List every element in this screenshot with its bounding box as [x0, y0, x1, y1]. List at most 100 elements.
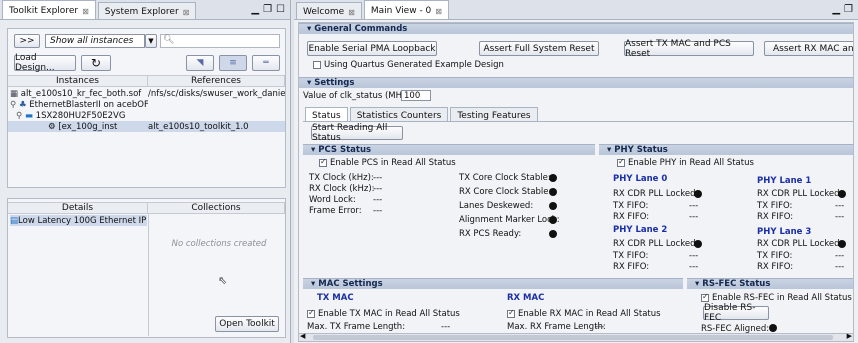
- expand-button[interactable]: >>: [14, 34, 40, 48]
- table-row[interactable]: ▦ alt_e100s10_kr_fec_both.sof /nfs/sc/di…: [8, 88, 285, 99]
- section-title: General Commands: [314, 24, 408, 34]
- mac-settings-header[interactable]: ▾ MAC Settings: [303, 278, 683, 289]
- lane-3-cdr-label: RX CDR PLL Locked:: [757, 239, 843, 249]
- general-commands-header[interactable]: ▾ General Commands: [299, 23, 853, 34]
- close-icon[interactable]: ⊠: [348, 8, 355, 17]
- status-led: [549, 216, 557, 224]
- section-title: PCS Status: [318, 145, 372, 155]
- assert-full-system-reset-button[interactable]: Assert Full System Reset: [479, 41, 599, 56]
- lane-3-rx-fifo-value: ---: [835, 262, 845, 272]
- subtab-statistics-counters[interactable]: Statistics Counters: [349, 107, 449, 121]
- tab-welcome[interactable]: Welcome ⊠: [296, 2, 362, 19]
- pcs-status-header[interactable]: ▾ PCS Status: [303, 144, 595, 155]
- checkbox[interactable]: [319, 157, 327, 167]
- lane-0-tx-fifo-value: ---: [689, 201, 699, 211]
- minimize-icon[interactable]: ▁: [251, 4, 259, 15]
- alignment-marker-lock-label: Alignment Marker Lock:: [459, 215, 560, 225]
- open-toolkit-button[interactable]: Open Toolkit: [215, 316, 279, 332]
- enable-phy-checkbox[interactable]: Enable PHY in Read All Status: [617, 157, 754, 168]
- no-collections-text: No collections created: [171, 239, 267, 249]
- column-header-instances[interactable]: Instances: [8, 76, 148, 86]
- tab-main-view[interactable]: Main View - 0 ⊠: [363, 0, 449, 19]
- table-row[interactable]: ⚙ [ex_100g_inst alt_e100s10_toolkit_1.0: [8, 121, 285, 132]
- lane-1-rx-fifo-value: ---: [835, 212, 845, 222]
- column-header-details[interactable]: Details: [8, 203, 148, 213]
- close-icon[interactable]: ⊠: [183, 8, 190, 17]
- divider: [148, 214, 149, 336]
- status-led: [694, 190, 702, 198]
- checkbox[interactable]: [307, 308, 315, 318]
- search-input[interactable]: 🔍︎: [160, 34, 280, 48]
- horizontal-scrollbar[interactable]: ◀ ▶: [298, 332, 854, 342]
- row-instance-label: 1SX280HU2F50E2VG: [35, 110, 126, 121]
- list-view-icon[interactable]: ═: [252, 55, 280, 71]
- checkbox[interactable]: [617, 157, 625, 167]
- maximize-icon[interactable]: ☐: [276, 4, 285, 15]
- chevron-down-icon[interactable]: ▼: [145, 34, 157, 48]
- enable-tx-mac-checkbox[interactable]: Enable TX MAC in Read All Status: [307, 308, 460, 319]
- status-led: [838, 190, 846, 198]
- row-reference: /nfs/sc/disks/swuser_work_daniel...: [148, 88, 285, 99]
- checkbox[interactable]: [507, 308, 515, 318]
- assert-rx-mac-pcs-reset-button[interactable]: Assert RX MAC and PCS: [764, 41, 853, 56]
- rs-fec-status-header[interactable]: ▾ RS-FEC Status: [687, 278, 853, 289]
- section-title: MAC Settings: [318, 279, 383, 289]
- assert-tx-mac-pcs-reset-button[interactable]: Assert TX MAC and PCS Reset: [624, 39, 754, 59]
- load-design-button[interactable]: Load Design...: [14, 53, 76, 73]
- subtab-testing-features[interactable]: Testing Features: [450, 107, 538, 121]
- subtab-status[interactable]: Status: [305, 107, 348, 121]
- quartus-checkbox[interactable]: Using Quartus Generated Example Design: [313, 60, 504, 70]
- tree-expand-icon[interactable]: ⚲: [16, 111, 22, 121]
- row-instance: ⚙ [ex_100g_inst: [8, 122, 148, 132]
- instances-select[interactable]: Show all instances: [45, 34, 145, 48]
- refresh-icon[interactable]: ↻: [81, 55, 111, 71]
- column-header-references[interactable]: References: [148, 76, 285, 86]
- tab-label: Main View - 0: [370, 6, 432, 16]
- lane-0-rx-fifo-value: ---: [689, 212, 699, 222]
- tree-view-icon[interactable]: ≡: [219, 55, 247, 71]
- restore-icon[interactable]: ❐: [263, 4, 272, 15]
- checkbox[interactable]: [313, 60, 321, 69]
- phy-status-header[interactable]: ▾ PHY Status: [599, 144, 853, 155]
- table-row[interactable]: ⚲ ▬ 1SX280HU2F50E2VG: [8, 110, 285, 121]
- lane-1-tx-fifo-label: TX FIFO:: [757, 201, 793, 211]
- enable-rs-fec-checkbox[interactable]: Enable RS-FEC in Read All Status: [701, 292, 852, 303]
- filter-icon[interactable]: ◥: [186, 55, 214, 71]
- enable-serial-pma-loopback-button[interactable]: Enable Serial PMA Loopback: [307, 41, 437, 56]
- tab-system-explorer[interactable]: System Explorer ⊠: [97, 2, 197, 19]
- collapse-icon: ▾: [607, 145, 612, 155]
- restore-icon[interactable]: ❐: [844, 4, 853, 15]
- enable-pcs-checkbox[interactable]: Enable PCS in Read All Status: [319, 157, 456, 168]
- tab-label: Welcome: [303, 7, 345, 17]
- row-instance-label: EthernetBlasterII on acebOF...: [29, 99, 148, 110]
- start-reading-all-status-button[interactable]: Start Reading All Status: [311, 123, 403, 143]
- tab-label: System Explorer: [104, 7, 179, 17]
- table-row[interactable]: ⚲ ♣ EthernetBlasterII on acebOF...: [8, 99, 285, 110]
- scroll-left-icon[interactable]: ◀: [300, 332, 305, 340]
- close-icon[interactable]: ⊠: [82, 7, 89, 16]
- close-icon[interactable]: ⊠: [435, 7, 442, 16]
- scroll-right-icon[interactable]: ▶: [847, 332, 852, 340]
- checkbox-label: Enable RX MAC in Read All Status: [518, 309, 661, 319]
- tx-mac-title: TX MAC: [317, 293, 354, 303]
- status-led: [694, 240, 702, 248]
- clk-status-input[interactable]: 100: [401, 90, 431, 101]
- enable-rx-mac-checkbox[interactable]: Enable RX MAC in Read All Status: [507, 308, 661, 319]
- disable-rs-fec-button[interactable]: Disable RS-FEC: [703, 303, 769, 323]
- settings-header[interactable]: ▾ Settings: [299, 77, 853, 88]
- main-view-content: ▾ General Commands Enable Serial PMA Loop…: [298, 22, 854, 334]
- device-icon: ▬: [24, 110, 33, 121]
- lane-1-rx-fifo-label: RX FIFO:: [757, 212, 794, 222]
- tree-expand-icon[interactable]: ⚲: [10, 100, 16, 110]
- tx-core-clock-stable-label: TX Core Clock Stable:: [459, 173, 551, 183]
- scrollbar-thumb[interactable]: [313, 335, 833, 340]
- checkbox[interactable]: [701, 292, 709, 302]
- phy-lane-2-title: PHY Lane 2: [613, 225, 668, 235]
- max-rx-frame-value: ---: [595, 322, 605, 332]
- details-panel: Details Collections ▤ Low Latency 100G E…: [7, 198, 286, 338]
- status-led: [769, 324, 777, 332]
- minimize-icon[interactable]: ▁: [832, 4, 840, 15]
- column-header-collections[interactable]: Collections: [148, 203, 285, 213]
- tab-toolkit-explorer[interactable]: Toolkit Explorer ⊠: [2, 0, 96, 19]
- details-item[interactable]: ▤ Low Latency 100G Ethernet IP To: [10, 215, 147, 226]
